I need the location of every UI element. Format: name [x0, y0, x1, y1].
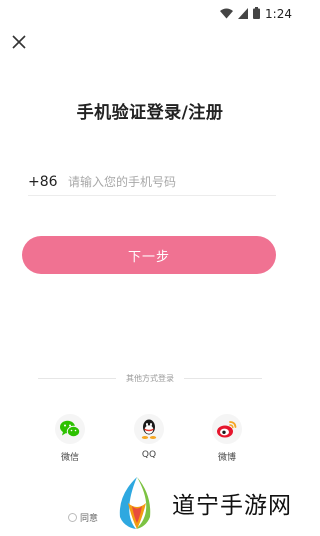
watermark-logo-icon	[113, 477, 161, 529]
signal-icon	[238, 4, 249, 23]
phone-input-row: +86	[28, 168, 276, 196]
wechat-label: 微信	[60, 453, 79, 463]
phone-input[interactable]	[68, 174, 276, 189]
qq-login-button[interactable]: QQ	[127, 414, 171, 460]
divider-line-left	[38, 377, 116, 379]
status-bar: 1:24	[0, 0, 300, 22]
divider-text: 其他方式登录	[126, 373, 174, 383]
qq-icon-circle	[134, 414, 164, 444]
status-time: 1:24	[265, 6, 292, 21]
weibo-icon	[217, 421, 237, 438]
close-icon	[12, 35, 26, 49]
wechat-icon-circle	[55, 414, 85, 444]
weibo-login-button[interactable]: 微博	[205, 414, 249, 463]
next-button[interactable]: 下一步	[22, 236, 276, 274]
qq-label: QQ	[141, 450, 157, 460]
divider-line-right	[184, 377, 262, 379]
agreement-text: 同意	[80, 514, 99, 524]
watermark-text: 道宁手游网	[172, 493, 292, 519]
country-code[interactable]: +86	[28, 174, 68, 190]
agreement-row: 同意	[68, 511, 98, 524]
agreement-radio[interactable]	[68, 513, 77, 522]
wechat-login-button[interactable]: 微信	[48, 414, 92, 463]
wechat-icon	[60, 420, 81, 438]
status-icons: 1:24	[220, 4, 292, 23]
close-button[interactable]	[10, 33, 28, 51]
other-login-divider: 其他方式登录	[38, 373, 262, 383]
weibo-label: 微博	[217, 453, 236, 463]
wifi-icon	[220, 4, 234, 23]
watermark: 道宁手游网	[110, 470, 300, 536]
page-title: 手机验证登录/注册	[76, 103, 224, 123]
weibo-icon-circle	[212, 414, 242, 444]
qq-icon	[141, 419, 157, 439]
battery-icon	[253, 4, 261, 23]
